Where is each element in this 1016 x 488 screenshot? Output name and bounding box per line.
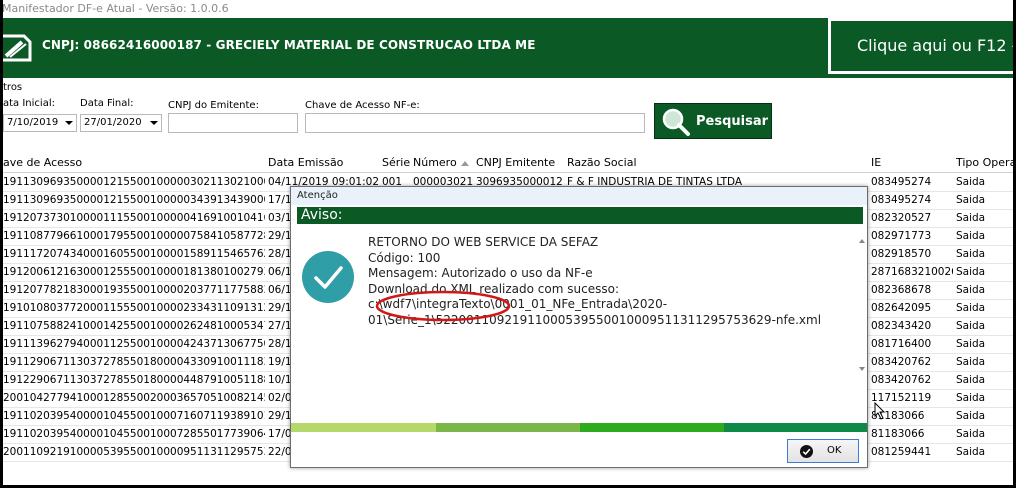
cell-tipo: Saida: [956, 248, 986, 260]
cell-chave: 1911020395400001045500100072855017739064…: [3, 428, 265, 440]
aviso-bar: Aviso:: [297, 207, 863, 224]
window-title: Manifestador DF-e Atual - Versão: 1.0.0.…: [0, 0, 1016, 18]
app-header: CNPJ: 08662416000187 - GRECIELY MATERIAL…: [0, 18, 1016, 78]
window-frame-left: [0, 0, 3, 488]
highlight-ellipse: [375, 290, 511, 322]
cell-tipo: Saida: [956, 194, 986, 206]
data-final-label: Data Final:: [80, 98, 134, 109]
column-header-chave[interactable]: ave de Acesso: [3, 156, 82, 169]
cell-tipo: Saida: [956, 410, 986, 422]
column-header-numero-label: Número: [413, 156, 457, 169]
progress-segment: [724, 423, 867, 432]
search-icon: [662, 108, 690, 136]
chave-acesso-label: Chave de Acesso NF-e:: [305, 100, 420, 111]
cell-ie: 081716400: [871, 338, 932, 350]
cell-tipo: Saida: [956, 446, 986, 458]
cell-tipo: Saida: [956, 320, 986, 332]
search-button[interactable]: Pesquisar: [654, 103, 772, 139]
cell-tipo: Saida: [956, 284, 986, 296]
message-line: RETORNO DO WEB SERVICE DA SEFAZ: [368, 235, 599, 249]
cell-tipo: Saida: [956, 212, 986, 224]
cell-ie: 081259441: [871, 446, 932, 458]
cell-ie: 2871683210026: [871, 266, 953, 278]
cell-chave: 1911290671130372785501800004330910011183…: [3, 356, 265, 368]
cell-ie: 082642095: [871, 302, 932, 314]
data-final-combo[interactable]: 27/01/2020: [80, 114, 162, 132]
success-check-icon: [302, 251, 354, 303]
cell-chave: 2001109219100005395500100009511311295753…: [3, 446, 265, 458]
chevron-down-icon[interactable]: [65, 121, 73, 125]
cnpj-emitente-input[interactable]: [168, 113, 298, 133]
cell-tipo: Saida: [956, 374, 986, 386]
column-header-numero[interactable]: Número: [413, 156, 469, 169]
progress-segment: [436, 423, 580, 432]
f12-button[interactable]: Clique aqui ou F12 -: [828, 18, 1016, 74]
cell-tipo: Saida: [956, 302, 986, 314]
data-inicial-label: ata Inicial:: [3, 98, 55, 109]
chevron-down-icon[interactable]: [150, 121, 158, 125]
ok-button[interactable]: OK: [787, 439, 859, 463]
search-button-label: Pesquisar: [696, 114, 769, 129]
cell-ie: 083420762: [871, 356, 932, 368]
cell-ie: 082343420: [871, 320, 932, 332]
dialog-title: Atenção: [291, 187, 867, 205]
cell-chave: 1911309693500001215500100000302113021000…: [3, 176, 265, 188]
cnpj-emitente-label: CNPJ do Emitente:: [168, 100, 259, 111]
column-header-serie[interactable]: Série: [382, 156, 410, 169]
cell-tipo: Saida: [956, 266, 986, 278]
scroll-up-icon[interactable]: [859, 239, 865, 243]
app-logo-icon: [0, 34, 32, 62]
filter-panel: tros ata Inicial: 7/10/2019 Data Final: …: [0, 78, 1016, 152]
cell-tipo: Saida: [956, 230, 986, 242]
company-info: CNPJ: 08662416000187 - GRECIELY MATERIAL…: [42, 38, 536, 52]
message-line: Mensagem: Autorizado o uso da NF-e: [368, 266, 593, 280]
cell-chave: 1912077821830001935500100002037711775883…: [3, 284, 265, 296]
cell-chave: 1911172074340001605500100001589115465762…: [3, 248, 265, 260]
mouse-cursor-icon: [874, 402, 886, 420]
cell-chave: 1911087796610001795500100000758410587728…: [3, 230, 265, 242]
column-header-data-emissao[interactable]: Data Emissão: [268, 156, 343, 169]
progress-segment: [580, 423, 724, 432]
cell-ie: 082971773: [871, 230, 932, 242]
progress-segment: [291, 423, 436, 432]
cell-chave: 2001042779410001285500200036570510082145…: [3, 392, 265, 404]
sort-asc-icon: [460, 160, 469, 166]
check-icon: [800, 445, 813, 458]
column-header-tipo[interactable]: Tipo Opera: [956, 156, 1016, 169]
cell-ie: 082368678: [871, 284, 932, 296]
attention-dialog: Atenção Aviso: RETORNO DO WEB SERVICE DA…: [290, 186, 868, 468]
column-header-razao[interactable]: Razão Social: [567, 156, 637, 169]
cell-chave: 1910108037720001155500100002334311091312…: [3, 302, 265, 314]
data-inicial-combo[interactable]: 7/10/2019: [3, 114, 77, 132]
cell-ie: 082918570: [871, 248, 932, 260]
cell-tipo: Saida: [956, 338, 986, 350]
column-header-cnpj[interactable]: CNPJ Emitente: [476, 156, 555, 169]
cell-chave: 1912006121630001255500100001813801002793…: [3, 266, 265, 278]
cell-ie: 81183066: [871, 428, 925, 440]
cell-chave: 1911139627940001125500100004243713067750…: [3, 338, 265, 350]
cell-ie: 082320527: [871, 212, 932, 224]
ok-button-label: OK: [827, 445, 842, 456]
cell-chave: 1912073730100001115500100000416910010416…: [3, 212, 265, 224]
cell-chave: 1912290671130372785501800004487910051188…: [3, 374, 265, 386]
cell-chave: 1911075882410001425500100002624810005347…: [3, 320, 265, 332]
data-final-value: 27/01/2020: [84, 117, 142, 128]
cell-chave: 1911309693500001215500100000343913439000…: [3, 194, 265, 206]
table-header: ave de Acesso Data Emissão Série Número …: [0, 152, 1016, 173]
cell-chave: 1911020395400001045500100071607119389101…: [3, 410, 265, 422]
cell-ie: 083420762: [871, 374, 932, 386]
cell-tipo: Saida: [956, 428, 986, 440]
message-line: Código: 100: [368, 250, 441, 265]
cell-ie: 083495274: [871, 176, 932, 188]
cell-ie: 083495274: [871, 194, 932, 206]
scroll-down-icon[interactable]: [859, 367, 865, 371]
data-inicial-value: 7/10/2019: [7, 117, 59, 128]
column-header-ie[interactable]: IE: [871, 156, 881, 169]
chave-acesso-input[interactable]: [305, 113, 645, 133]
cell-tipo: Saida: [956, 176, 986, 188]
cell-tipo: Saida: [956, 356, 986, 368]
cell-tipo: Saida: [956, 392, 986, 404]
filters-title: tros: [3, 82, 23, 93]
progress-bar: [291, 423, 867, 432]
